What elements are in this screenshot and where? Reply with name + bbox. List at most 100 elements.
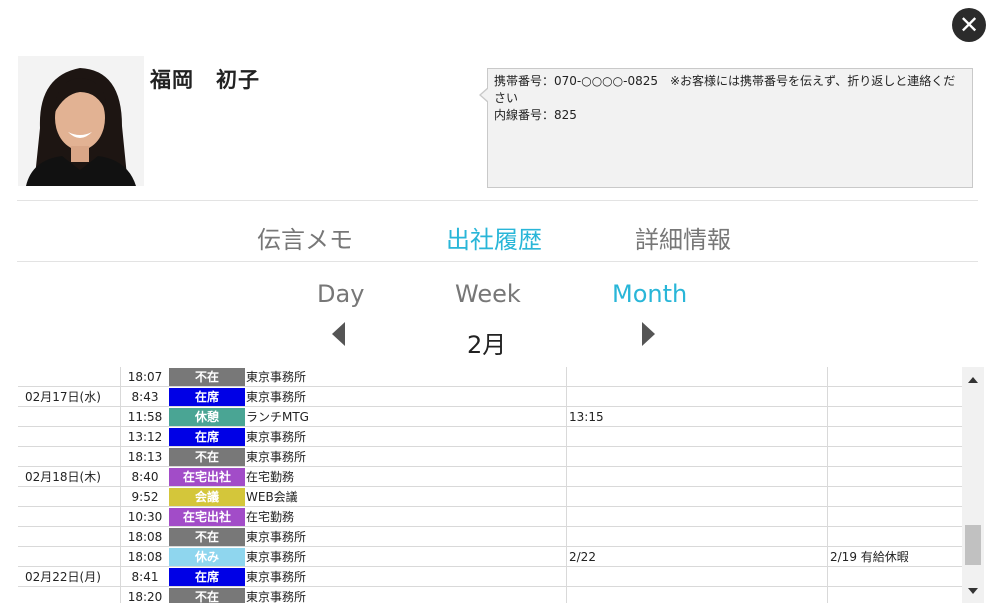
time-cell: 18:13 bbox=[120, 446, 169, 467]
profile-photo-icon bbox=[18, 56, 144, 186]
month-label: 2月 bbox=[467, 331, 507, 359]
table-row: 02月22日(月) 8:41 在席 東京事務所 bbox=[18, 566, 962, 587]
table-row: 18:08 休み 東京事務所 2/22 2/19 有給休暇 bbox=[18, 546, 962, 567]
status-badge: 不在 bbox=[169, 528, 245, 546]
table-row: 13:12 在席 東京事務所 bbox=[18, 426, 962, 447]
time-cell: 8:43 bbox=[120, 386, 169, 407]
status-cell: 不在 bbox=[169, 526, 245, 547]
note-cell: 東京事務所 bbox=[245, 566, 567, 587]
table-row: 18:08 不在 東京事務所 bbox=[18, 526, 962, 547]
note-cell: 東京事務所 bbox=[245, 526, 567, 547]
status-badge: 在席 bbox=[169, 388, 245, 406]
date-cell: 02月22日(月) bbox=[18, 566, 121, 587]
note-cell: 東京事務所 bbox=[245, 386, 567, 407]
status-cell: 不在 bbox=[169, 367, 245, 387]
note-cell: 東京事務所 bbox=[245, 446, 567, 467]
date-cell bbox=[18, 426, 121, 447]
time-cell: 9:52 bbox=[120, 486, 169, 507]
remark-cell bbox=[827, 386, 962, 407]
date-cell: 02月17日(水) bbox=[18, 386, 121, 407]
date-cell bbox=[18, 586, 121, 603]
table-row: 18:07 不在 東京事務所 bbox=[18, 367, 962, 387]
next-month-icon[interactable] bbox=[642, 322, 655, 346]
note-cell: 東京事務所 bbox=[245, 426, 567, 447]
remark-cell bbox=[827, 426, 962, 447]
table-row: 02月18日(木) 8:40 在宅出社 在宅勤務 bbox=[18, 466, 962, 487]
avatar bbox=[18, 56, 144, 186]
prev-month-icon[interactable] bbox=[332, 322, 345, 346]
tab-attendance-history[interactable]: 出社履歴 bbox=[446, 220, 542, 255]
attendance-table-body: 18:07 不在 東京事務所 02月17日(水) 8:43 在席 東京事務所 11:58 休憩ラ… bbox=[18, 367, 962, 603]
view-month[interactable]: Month bbox=[612, 280, 687, 308]
status-badge: 会議 bbox=[169, 488, 245, 506]
time-cell: 18:08 bbox=[120, 526, 169, 547]
view-day[interactable]: Day bbox=[317, 280, 364, 308]
scroll-up-icon[interactable] bbox=[968, 377, 978, 383]
status-badge: 在宅出社 bbox=[169, 468, 245, 486]
divider bbox=[17, 261, 978, 262]
return-time-cell bbox=[566, 566, 828, 587]
return-time-cell bbox=[566, 486, 828, 507]
status-badge: 不在 bbox=[169, 448, 245, 466]
return-time-cell: 13:15 bbox=[566, 406, 828, 427]
view-week[interactable]: Week bbox=[455, 280, 521, 308]
return-time-cell: 2/22 bbox=[566, 546, 828, 567]
time-cell: 10:30 bbox=[120, 506, 169, 527]
remark-cell bbox=[827, 406, 962, 427]
status-badge: 休み bbox=[169, 548, 245, 566]
date-cell bbox=[18, 446, 121, 467]
status-badge: 在席 bbox=[169, 568, 245, 586]
attendance-table: 18:07 不在 東京事務所 02月17日(水) 8:43 在席 東京事務所 11:58 休憩ラ… bbox=[18, 367, 962, 603]
status-cell: 会議 bbox=[169, 486, 245, 507]
status-cell: 在宅出社 bbox=[169, 466, 245, 487]
time-cell: 8:41 bbox=[120, 566, 169, 587]
date-cell bbox=[18, 546, 121, 567]
note-cell: ランチMTG bbox=[245, 406, 567, 427]
scroll-thumb[interactable] bbox=[965, 525, 981, 565]
return-time-cell bbox=[566, 446, 828, 467]
remark-cell bbox=[827, 506, 962, 527]
return-time-cell bbox=[566, 586, 828, 603]
tab-details[interactable]: 詳細情報 bbox=[635, 220, 731, 255]
status-cell: 在席 bbox=[169, 566, 245, 587]
return-time-cell bbox=[566, 386, 828, 407]
status-badge: 不在 bbox=[169, 368, 245, 386]
table-row: 18:13 不在 東京事務所 bbox=[18, 446, 962, 467]
person-name: 福岡 初子 bbox=[150, 68, 260, 92]
divider bbox=[17, 200, 978, 201]
time-cell: 18:08 bbox=[120, 546, 169, 567]
time-cell: 8:40 bbox=[120, 466, 169, 487]
return-time-cell bbox=[566, 367, 828, 387]
status-cell: 不在 bbox=[169, 446, 245, 467]
note-cell: WEB会議 bbox=[245, 486, 567, 507]
status-cell: 在席 bbox=[169, 386, 245, 407]
status-badge: 不在 bbox=[169, 588, 245, 603]
scrollbar[interactable] bbox=[962, 367, 984, 603]
status-badge: 休憩 bbox=[169, 408, 245, 426]
status-cell: 在宅出社 bbox=[169, 506, 245, 527]
close-button[interactable]: ✕ bbox=[952, 8, 986, 42]
time-cell: 18:20 bbox=[120, 586, 169, 603]
remark-cell: 2/19 有給休暇 bbox=[827, 546, 962, 567]
note-cell: 東京事務所 bbox=[245, 546, 567, 567]
note-cell: 在宅勤務 bbox=[245, 506, 567, 527]
note-cell: 在宅勤務 bbox=[245, 466, 567, 487]
note-cell: 東京事務所 bbox=[245, 586, 567, 603]
time-cell: 11:58 bbox=[120, 406, 169, 427]
remark-cell bbox=[827, 446, 962, 467]
scroll-down-icon[interactable] bbox=[968, 588, 978, 594]
time-cell: 13:12 bbox=[120, 426, 169, 447]
note-cell: 東京事務所 bbox=[245, 367, 567, 387]
memo-line: 内線番号：825 bbox=[494, 108, 577, 122]
table-row: 10:30 在宅出社 在宅勤務 bbox=[18, 506, 962, 527]
remark-cell bbox=[827, 367, 962, 387]
date-cell: 02月18日(木) bbox=[18, 466, 121, 487]
status-cell: 在席 bbox=[169, 426, 245, 447]
status-cell: 休憩 bbox=[169, 406, 245, 427]
date-cell bbox=[18, 486, 121, 507]
remark-cell bbox=[827, 486, 962, 507]
remark-cell bbox=[827, 526, 962, 547]
date-cell bbox=[18, 526, 121, 547]
status-cell: 不在 bbox=[169, 586, 245, 603]
tab-message-memo[interactable]: 伝言メモ bbox=[257, 220, 353, 255]
